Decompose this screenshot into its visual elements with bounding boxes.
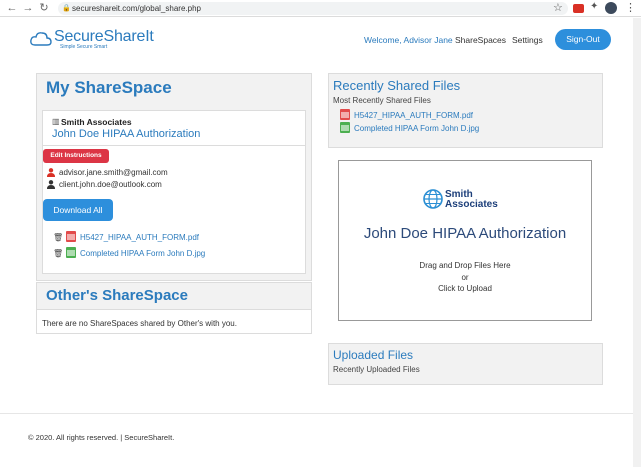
page-scrollbar[interactable] — [633, 18, 641, 467]
logo-tagline: Simple Secure Smart — [60, 44, 108, 50]
menu-icon[interactable]: ⋮ — [625, 1, 636, 14]
file-link[interactable]: Completed HIPAA Form John D.jpg — [80, 249, 205, 258]
my-sharespace-title: My ShareSpace — [46, 78, 172, 97]
reload-icon[interactable]: ↻ — [38, 2, 50, 14]
footer-copyright: © 2020. All rights reserved. | SecureSha… — [28, 433, 175, 442]
edit-instructions-button[interactable]: Edit Instructions — [43, 149, 109, 163]
building-icon: ▥ — [52, 117, 60, 126]
smith-associates-logo: Smith Associates — [423, 189, 503, 211]
share-title-link[interactable]: John Doe HIPAA Authorization — [52, 128, 200, 140]
trash-icon[interactable]: 🗑 — [53, 249, 63, 258]
url-text: secureshareit.com/global_share.php — [72, 4, 201, 13]
recent-file-link[interactable]: H5427_HIPAA_AUTH_FORM.pdf — [354, 111, 473, 120]
footer-divider — [0, 413, 633, 414]
site-logo[interactable]: SecureShareIt Simple Secure Smart — [30, 26, 154, 52]
advisor-email: advisor.jane.smith@gmail.com — [59, 168, 168, 177]
address-bar[interactable]: 🔒 secureshareit.com/global_share.php — [58, 2, 568, 15]
or-text: or — [461, 273, 469, 282]
pdf-file-icon — [66, 231, 76, 242]
back-icon[interactable]: ← — [6, 2, 18, 14]
cloud-icon — [30, 32, 52, 46]
image-file-icon — [340, 122, 350, 133]
card-divider — [42, 145, 306, 146]
trash-icon[interactable]: 🗑 — [53, 233, 63, 242]
browser-toolbar: ← → ↻ 🔒 secureshareit.com/global_share.p… — [0, 0, 641, 17]
recent-file-link[interactable]: Completed HIPAA Form John D.jpg — [354, 124, 479, 133]
star-icon[interactable]: ☆ — [553, 1, 563, 14]
file-link[interactable]: H5427_HIPAA_AUTH_FORM.pdf — [80, 233, 199, 242]
uploaded-files-title: Uploaded Files — [333, 348, 414, 362]
click-upload-text[interactable]: Click to Upload — [338, 284, 592, 293]
puzzle-icon[interactable]: ✦ — [590, 1, 598, 12]
others-sharespace-title: Other's ShareSpace — [46, 287, 188, 304]
logo-line-2: Associates — [445, 199, 498, 210]
user-red-icon — [47, 168, 55, 177]
lock-icon: 🔒 — [62, 5, 71, 12]
forward-icon[interactable]: → — [22, 2, 34, 14]
download-all-button[interactable]: Download All — [43, 199, 113, 221]
image-file-icon — [66, 247, 76, 258]
others-empty-text: There are no ShareSpaces shared by Other… — [42, 319, 237, 328]
drag-drop-text: Drag and Drop Files Here — [419, 261, 511, 270]
globe-icon — [423, 189, 443, 209]
sign-out-button[interactable]: Sign-Out — [555, 29, 611, 50]
extension-icon[interactable] — [573, 4, 584, 13]
recently-shared-subtitle: Most Recently Shared Files — [333, 96, 431, 105]
upload-title: John Doe HIPAA Authorization — [363, 225, 567, 242]
recently-shared-title: Recently Shared Files — [333, 78, 461, 93]
user-icon — [47, 180, 55, 189]
profile-icon[interactable] — [605, 2, 617, 14]
uploaded-files-subtitle: Recently Uploaded Files — [333, 365, 420, 374]
nav-settings[interactable]: Settings — [512, 35, 543, 45]
company-name: Smith Associates — [61, 117, 132, 127]
pdf-file-icon — [340, 109, 350, 120]
welcome-link[interactable]: Welcome, Advisor Jane — [364, 35, 453, 45]
client-email: client.john.doe@outlook.com — [59, 180, 162, 189]
nav-sharespaces[interactable]: ShareSpaces — [455, 35, 506, 45]
